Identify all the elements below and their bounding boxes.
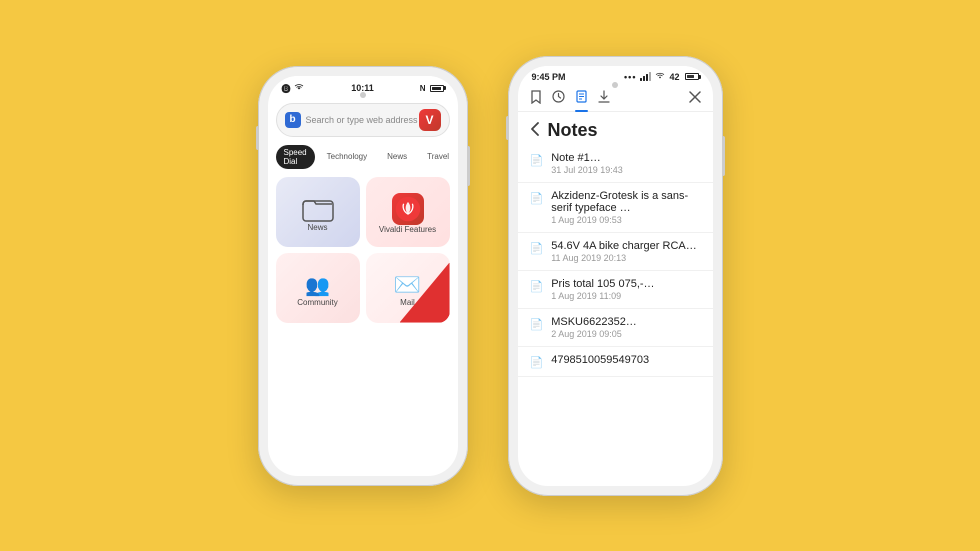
note-date-0: 31 Jul 2019 19:43 [551, 165, 700, 175]
toolbar-icons-left [530, 90, 610, 107]
note-doc-icon-1: 📄 [530, 192, 544, 205]
community-icon: 👥 [305, 273, 330, 298]
note-item-5[interactable]: 📄 4798510059549703 [518, 347, 713, 377]
note-text-1: Akzidenz-Grotesk is a sans-serif typefac… [551, 190, 700, 225]
note-title-2: 54.6V 4A bike charger RCA… [551, 240, 700, 252]
history-icon[interactable] [552, 90, 565, 106]
dial-vivaldi[interactable]: Vivaldi Features [366, 177, 450, 247]
wifi-icon [294, 83, 304, 93]
note-date-4: 2 Aug 2019 09:05 [551, 329, 700, 339]
tab-news[interactable]: News [379, 149, 415, 164]
close-button[interactable] [689, 90, 701, 106]
phone-1-content: b Search or type web address V Speed Dia… [268, 103, 458, 327]
note-item-1[interactable]: 📄 Akzidenz-Grotesk is a sans-serif typef… [518, 183, 713, 233]
wifi-icon-2 [655, 72, 665, 82]
note-text-4: MSKU6622352… 2 Aug 2019 09:05 [551, 316, 700, 339]
speed-dial-tabs: Speed Dial Technology News Travel [268, 143, 458, 173]
battery-label: 42 [669, 72, 679, 82]
note-title-4: MSKU6622352… [551, 316, 700, 328]
note-date-3: 1 Aug 2019 11:09 [551, 291, 700, 301]
note-item-3[interactable]: 📄 Pris total 105 075,-… 1 Aug 2019 11:09 [518, 271, 713, 309]
browser-logo: b [285, 112, 301, 128]
phone-2-screen: 9:45 PM ••• [518, 66, 713, 486]
note-title-0: Note #1… [551, 152, 700, 164]
power-button [467, 146, 470, 186]
tab-speed-dial[interactable]: Speed Dial [276, 145, 315, 169]
note-text-0: Note #1… 31 Jul 2019 19:43 [551, 152, 700, 175]
tab-travel[interactable]: Travel [419, 149, 457, 164]
dial-community-label: Community [297, 298, 337, 307]
battery-icon-1 [430, 85, 444, 92]
status-left-1: 🅑 [282, 82, 304, 95]
tab-technology[interactable]: Technology [319, 149, 375, 164]
signal-icon [640, 73, 651, 81]
phones-container: 🅑 10:11 N [258, 56, 723, 496]
phone-1: 🅑 10:11 N [258, 66, 468, 486]
note-text-2: 54.6V 4A bike charger RCA… 11 Aug 2019 2… [551, 240, 700, 263]
dial-vivaldi-label: Vivaldi Features [379, 225, 436, 234]
note-item-2[interactable]: 📄 54.6V 4A bike charger RCA… 11 Aug 2019… [518, 233, 713, 271]
front-camera-2 [612, 82, 618, 88]
dots-icon: ••• [624, 72, 636, 82]
note-item-4[interactable]: 📄 MSKU6622352… 2 Aug 2019 09:05 [518, 309, 713, 347]
note-doc-icon-4: 📄 [530, 318, 544, 331]
dial-mail-label: Mail [400, 298, 415, 307]
notes-title: Notes [548, 120, 598, 141]
phone-2-content: Notes 📄 Note #1… 31 Jul 2019 19:43 📄 [518, 84, 713, 377]
volume-button [256, 126, 259, 150]
status-right-2: ••• 42 [624, 72, 698, 82]
power-button-2 [722, 136, 725, 176]
bookmark-icon[interactable] [530, 90, 542, 107]
notes-header: Notes [518, 112, 713, 145]
download-icon[interactable] [598, 90, 610, 106]
folder-icon [302, 195, 334, 223]
mail-icon: ✉️ [394, 272, 421, 298]
notes-toolbar [518, 84, 713, 112]
status-time-1: 10:11 [351, 83, 374, 93]
battery-icon-2 [685, 73, 699, 80]
note-date-1: 1 Aug 2019 09:53 [551, 215, 700, 225]
speed-dial-grid: News Vivaldi Features [268, 173, 458, 327]
note-doc-icon-3: 📄 [530, 280, 544, 293]
note-doc-icon-0: 📄 [530, 154, 544, 167]
phone-1-screen: 🅑 10:11 N [268, 76, 458, 476]
volume-button-2 [506, 116, 509, 140]
dial-news-label: News [307, 223, 327, 232]
vivaldi-large-icon [392, 193, 424, 225]
dial-community[interactable]: 👥 Community [276, 253, 360, 323]
vivaldi-icon: V [419, 109, 441, 131]
note-item-0[interactable]: 📄 Note #1… 31 Jul 2019 19:43 [518, 145, 713, 183]
note-doc-icon-5: 📄 [530, 356, 544, 369]
note-doc-icon-2: 📄 [530, 242, 544, 255]
back-button[interactable] [530, 122, 540, 139]
notes-list: 📄 Note #1… 31 Jul 2019 19:43 📄 Akzidenz-… [518, 145, 713, 377]
dial-news[interactable]: News [276, 177, 360, 247]
note-title-3: Pris total 105 075,-… [551, 278, 700, 290]
note-date-2: 11 Aug 2019 20:13 [551, 253, 700, 263]
note-text-5: 4798510059549703 [551, 354, 700, 367]
search-input[interactable]: Search or type web address [301, 115, 419, 125]
note-title-1: Akzidenz-Grotesk is a sans-serif typefac… [551, 190, 700, 214]
status-time-2: 9:45 PM [532, 72, 566, 82]
note-text-3: Pris total 105 075,-… 1 Aug 2019 11:09 [551, 278, 700, 301]
app-icon-small: 🅑 [282, 82, 291, 95]
status-right-1: N [420, 84, 444, 93]
search-bar[interactable]: b Search or type web address V [276, 103, 450, 137]
nfc-icon: N [420, 84, 426, 93]
dial-mail[interactable]: ✉️ Mail [366, 253, 450, 323]
notes-icon[interactable] [575, 90, 588, 106]
note-title-5: 4798510059549703 [551, 354, 700, 366]
phone-2: 9:45 PM ••• [508, 56, 723, 496]
